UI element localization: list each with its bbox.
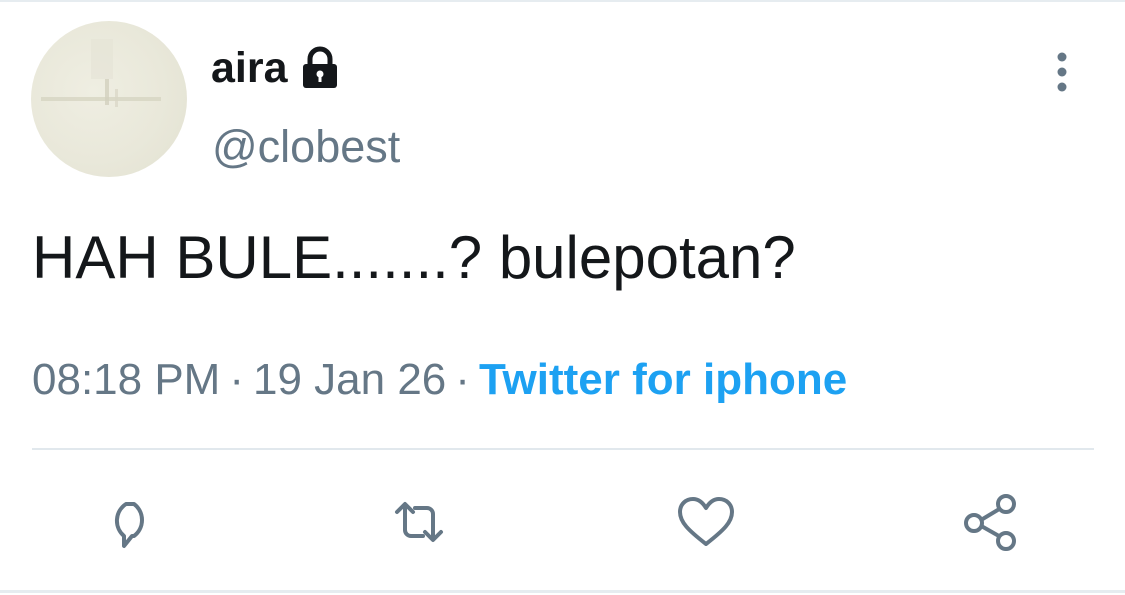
user-handle[interactable]: @clobest — [212, 124, 400, 169]
avatar[interactable] — [31, 21, 187, 177]
display-name[interactable]: aira — [211, 46, 288, 90]
top-divider — [0, 0, 1125, 2]
bottom-divider — [0, 590, 1125, 593]
retweet-button[interactable] — [387, 490, 451, 554]
tweet-time[interactable]: 08:18 PM — [32, 355, 220, 404]
retweet-icon — [395, 502, 443, 542]
meta-separator: · — [455, 355, 470, 404]
tweet-meta: 08:18 PM · 19 Jan 26 · Twitter for iphone — [32, 358, 847, 402]
share-button[interactable] — [959, 490, 1023, 554]
avatar-photo-icon — [41, 39, 161, 107]
share-icon — [964, 494, 1016, 551]
meta-separator: · — [229, 355, 244, 404]
actions-divider — [32, 448, 1094, 450]
author-name-row: aira — [211, 40, 342, 96]
reply-button[interactable] — [98, 490, 162, 554]
lock-icon — [298, 46, 342, 90]
tweet-source-link[interactable]: Twitter for iphone — [479, 355, 847, 404]
like-button[interactable] — [674, 490, 738, 554]
reply-icon — [114, 502, 144, 548]
tweet-date[interactable]: 19 Jan 26 — [253, 355, 446, 404]
more-options-icon[interactable] — [1045, 50, 1079, 94]
heart-icon — [678, 497, 734, 546]
tweet-text: HAH BULE.......? bulepotan? — [32, 224, 796, 291]
